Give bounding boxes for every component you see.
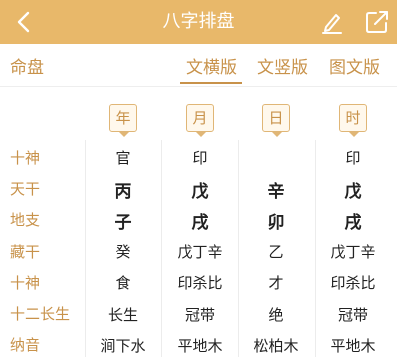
top-bar: 八字排盘 [0,0,397,44]
row-label: 地支 [10,211,41,229]
active-tab-indicator [180,82,242,84]
table-cell: 子 [114,213,132,233]
divider [0,86,397,87]
column-header-month: 月 [186,104,214,137]
column-header-hour: 时 [339,104,367,137]
table-cell: 才 [268,274,284,292]
row-label: 纳音 [10,336,41,354]
table-cell: 印 [345,149,361,167]
table-cell: 戊丁辛 [330,243,376,261]
table-cell: 绝 [268,306,284,324]
table-cell: 戊 [344,182,362,202]
table-cell: 戊丁辛 [177,243,223,261]
table-cell: 松柏木 [253,337,299,355]
share-icon[interactable] [364,9,390,35]
row-label: 十神 [10,274,41,292]
table-cell: 官 [115,149,131,167]
column-header-year: 年 [109,104,137,137]
row-label: 十神 [10,149,41,167]
table-cell: 戊 [191,182,209,202]
tab-mingpan[interactable]: 命盘 [10,53,44,78]
table-cell: 癸 [115,243,131,261]
tab-horizontal-text[interactable]: 文横版 [186,53,237,78]
table-cell: 辛 [267,182,285,202]
table-cell: 印杀比 [330,274,376,292]
table-cell: 涧下水 [100,337,146,355]
tab-vertical-text[interactable]: 文竖版 [257,53,308,78]
table-cell: 冠带 [184,306,215,324]
table-cell: 卯 [267,213,285,233]
table-cell: 平地木 [330,337,376,355]
row-label: 天干 [10,180,41,198]
table-cell: 食 [115,274,131,292]
table-cell: 戌 [191,213,209,233]
table-cell: 乙 [268,243,284,261]
row-label: 藏干 [10,243,41,261]
table-cell: 丙 [114,182,132,202]
table-cell: 冠带 [337,306,368,324]
table-cell: 长生 [107,306,138,324]
pencil-icon[interactable] [319,9,345,35]
tab-graphic-text[interactable]: 图文版 [329,53,380,78]
table-cell: 印杀比 [177,274,223,292]
table-cell: 印 [192,149,208,167]
table-cell: 平地木 [177,337,223,355]
tab-bar: 命盘 文横版 文竖版 图文版 [0,44,397,86]
column-header-day: 日 [262,104,290,137]
row-label: 十二长生 [10,305,71,323]
table-cell: 戌 [344,213,362,233]
